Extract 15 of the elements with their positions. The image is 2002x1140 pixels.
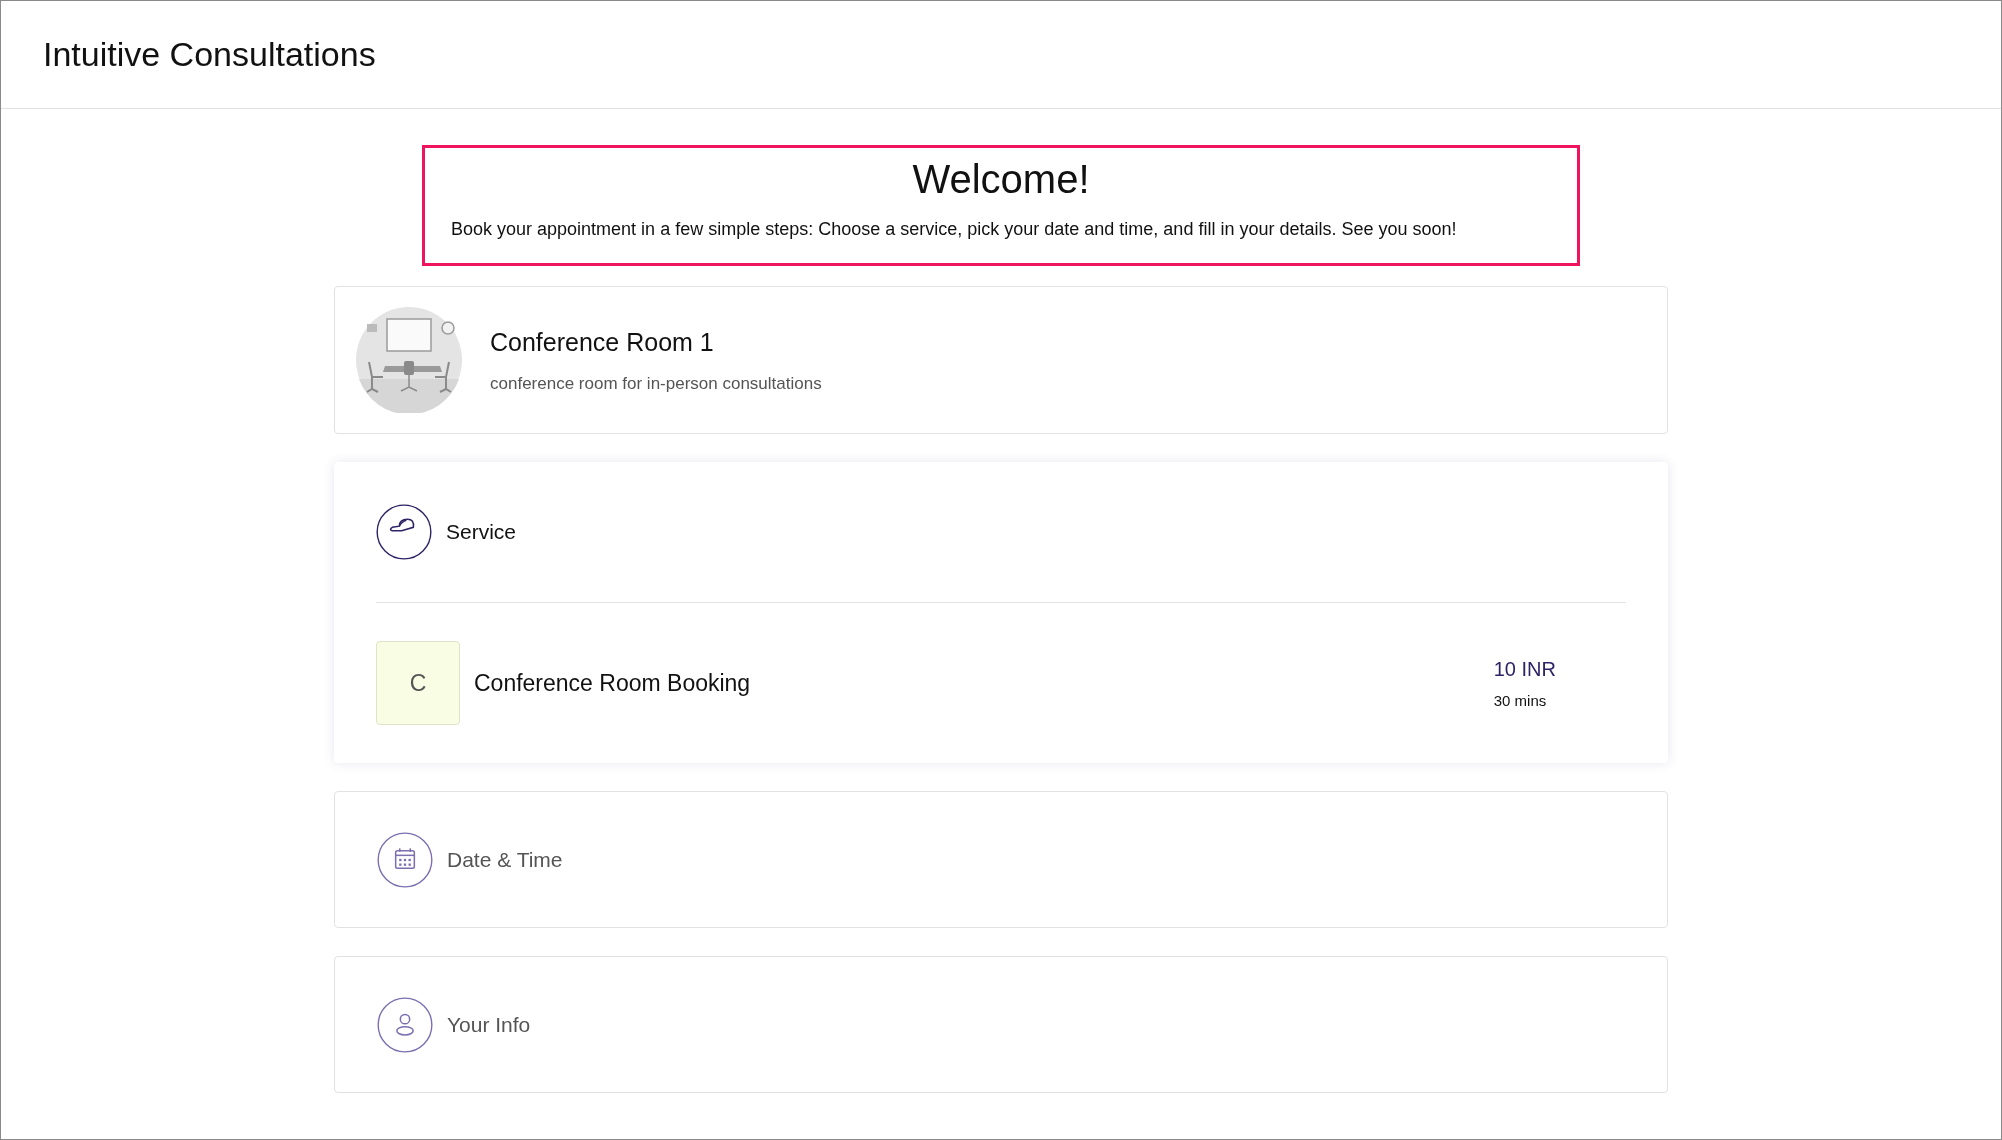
welcome-text: Book your appointment in a few simple steps: Choose a service, pick your date and time, and fill in your details. See you soon! xyxy=(451,218,1457,241)
resource-name: Conference Room 1 xyxy=(490,326,715,358)
service-price: 10 INR xyxy=(1493,656,1556,682)
service-duration: 30 mins xyxy=(1493,690,1547,711)
step-header[interactable]: Date & Time xyxy=(377,792,563,927)
step-header[interactable]: Service xyxy=(376,462,517,602)
service-name[interactable]: Conference Room Booking xyxy=(474,665,1494,701)
person-icon xyxy=(377,996,433,1053)
welcome-title: Welcome! xyxy=(912,156,1090,203)
cap-icon xyxy=(376,504,432,560)
resource-description: conference room for in-person consultations xyxy=(490,373,822,395)
service-initial: C xyxy=(376,641,460,725)
step-header[interactable]: Your Info xyxy=(377,957,531,1092)
site-title: Intuitive Consultations xyxy=(43,34,376,75)
calendar-icon xyxy=(377,831,433,888)
